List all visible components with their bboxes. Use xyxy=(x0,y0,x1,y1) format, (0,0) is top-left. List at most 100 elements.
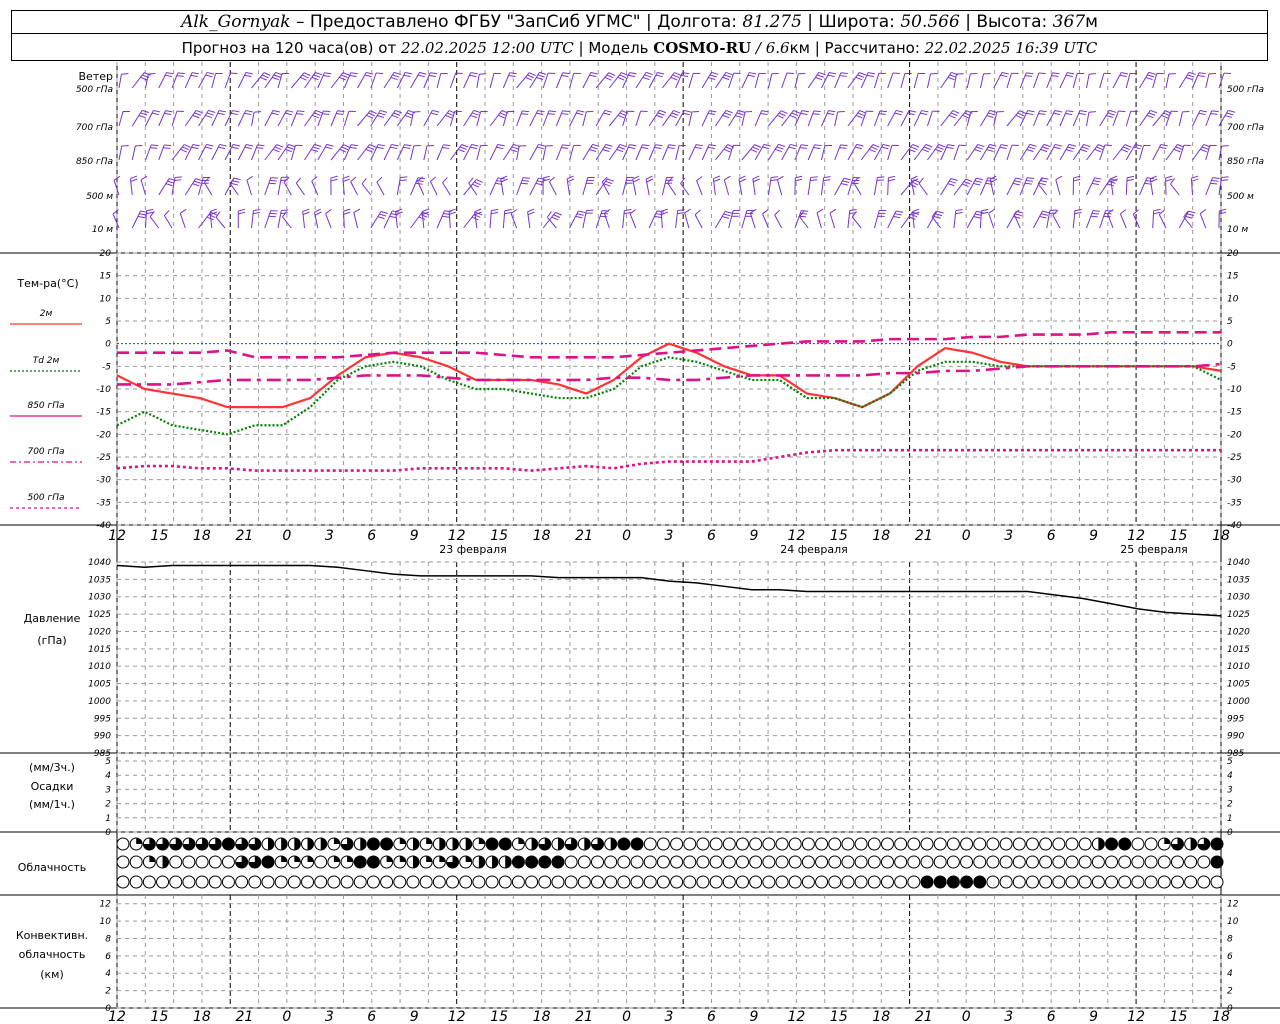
x-tick-label-mid: 6 xyxy=(367,528,376,544)
cloud-cover-symbol xyxy=(1118,837,1132,851)
wind-barb xyxy=(131,145,136,161)
wind-barb xyxy=(1152,73,1158,89)
x-date-label: 24 февраля xyxy=(780,543,848,556)
cloud-cover-symbol xyxy=(894,875,908,889)
wind-barb-feather xyxy=(176,75,184,77)
wind-barb-feather xyxy=(377,115,385,118)
wind-barb-feather xyxy=(1124,144,1132,148)
wind-barb-feather xyxy=(430,112,438,116)
cloud-cover-symbol xyxy=(142,875,156,889)
wind-barb-feather xyxy=(238,211,246,215)
wind-barb-feather xyxy=(206,71,214,75)
wind-barb-feather xyxy=(232,110,240,113)
wind-barb-feather xyxy=(271,76,279,81)
x-tick-label-mid: 3 xyxy=(325,528,334,544)
cloud-quarter-fill xyxy=(386,856,393,862)
wind-barb-feather xyxy=(911,181,919,186)
wind-barb-feather xyxy=(774,209,781,216)
wind-barb-feather xyxy=(311,114,319,119)
cloud-cover-symbol xyxy=(880,855,894,869)
cloud-cover-symbol xyxy=(920,855,934,869)
wind-barb-feather xyxy=(642,144,650,147)
wind-barb xyxy=(1178,111,1183,127)
wind-barb-feather xyxy=(840,182,848,186)
cloud-cover-symbol xyxy=(604,875,618,889)
wind-barb-feather xyxy=(1210,113,1218,115)
wind-barb xyxy=(330,110,338,127)
wind-barb xyxy=(1032,72,1040,89)
wind-barb-feather xyxy=(1065,149,1073,152)
wind-barb-feather xyxy=(302,208,310,213)
wind-barb-feather xyxy=(146,208,154,212)
x-tick-label-bottom: 12 xyxy=(108,1009,126,1024)
wind-barb-feather xyxy=(140,112,148,116)
temp-series-line xyxy=(116,342,1222,409)
wind-barb-feather xyxy=(130,178,138,183)
wind-barb xyxy=(118,145,123,161)
wind-barb-feather xyxy=(642,76,650,81)
wind-barb-feather xyxy=(747,74,755,78)
wind-barb-feather xyxy=(888,178,896,182)
wind-barb-feather xyxy=(842,180,850,184)
wind-barb-feather xyxy=(947,144,955,147)
cloud-cover-symbol xyxy=(235,875,249,889)
cloud-cover-symbol xyxy=(722,855,736,869)
wind-barb-feather xyxy=(963,181,971,185)
cloud-cover-symbol xyxy=(459,875,473,889)
wind-barb-feather xyxy=(965,178,973,183)
wind-barb xyxy=(799,216,809,229)
wind-barb xyxy=(502,72,511,89)
cloud-quarter-fill xyxy=(347,856,354,862)
x-tick-label-mid: 12 xyxy=(448,528,466,544)
wind-barb-feather xyxy=(1043,143,1051,148)
wind-barb-feather xyxy=(461,144,469,148)
cloud-symbols xyxy=(116,837,1224,889)
wind-barb-feather xyxy=(432,109,440,113)
wind-barb xyxy=(1013,213,1021,229)
wind-barb-feather xyxy=(1027,110,1035,113)
wind-barb-feather xyxy=(350,176,357,183)
pressure-tick-left: 1010 xyxy=(88,662,111,672)
wind-barb-feather xyxy=(521,179,529,182)
cloud-quarter-fill xyxy=(149,856,156,862)
wind-barb-feather xyxy=(376,72,384,75)
cloud-cover-symbol xyxy=(472,875,486,889)
temp-tick-left: 0 xyxy=(105,340,111,350)
cloud-cover-symbol xyxy=(815,855,829,869)
wind-barb-feather xyxy=(590,71,598,75)
wind-barb-feather xyxy=(816,208,824,214)
cloud-cover-symbol xyxy=(973,875,987,889)
wind-barb xyxy=(423,145,428,161)
wind-barb xyxy=(548,181,557,196)
wind-barb-feather xyxy=(399,179,407,181)
wind-barb-feather xyxy=(260,76,267,81)
cloud-cover-symbol xyxy=(894,837,908,851)
cloud-cover-symbol xyxy=(722,875,736,889)
wind-barb-feather xyxy=(801,110,809,113)
x-tick-label-bottom: 18 xyxy=(1212,1009,1230,1024)
wind-barb-feather xyxy=(470,146,478,150)
wind-barb-feather xyxy=(711,71,719,75)
temp-tick-left: 15 xyxy=(100,272,112,282)
cloud-cover-symbol xyxy=(261,855,275,869)
wind-barb-feather xyxy=(882,143,890,147)
wind-barb-feather xyxy=(976,177,984,181)
cloud-cover-symbol xyxy=(406,875,420,889)
wind-barb xyxy=(350,181,358,196)
wind-barb-feather xyxy=(192,183,200,187)
wind-barb-feather xyxy=(390,146,398,150)
wind-barb-feather xyxy=(195,178,203,182)
wind-barb-feather xyxy=(975,146,983,150)
wind-barb-feather xyxy=(589,74,597,78)
wind-barb-feather xyxy=(1150,109,1157,114)
wind-barb-feather xyxy=(1198,72,1206,75)
cloud-cover-symbol xyxy=(1105,837,1119,851)
wind-barb-feather xyxy=(1042,210,1050,214)
cloud-cover-symbol xyxy=(498,875,512,889)
cloud-cover-symbol xyxy=(314,875,328,889)
wind-barb-feather xyxy=(1173,148,1181,153)
x-tick-label-bottom: 12 xyxy=(787,1009,805,1024)
wind-barb-feather xyxy=(300,76,307,81)
wind-barb-feather xyxy=(812,113,820,115)
cloud-cover-symbol xyxy=(366,837,380,851)
